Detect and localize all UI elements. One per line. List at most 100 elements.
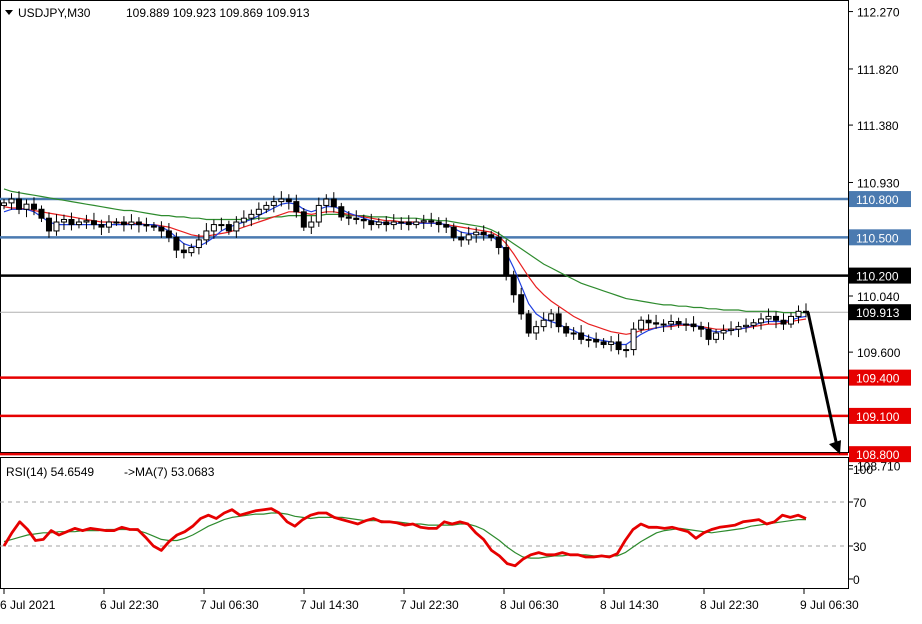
price-tick-label: 109.600 <box>857 346 901 360</box>
candle-body <box>173 236 180 251</box>
candle-body <box>353 217 360 220</box>
main-panel-frame <box>0 0 849 453</box>
time-tick-label: 7 Jul 14:30 <box>300 598 359 612</box>
candle-body <box>390 221 397 226</box>
rsi-tick-label: 30 <box>853 540 867 554</box>
candle-body <box>218 224 225 227</box>
candle-body <box>180 249 187 254</box>
level-value-109.100: 109.100 <box>856 410 900 424</box>
candle-body <box>690 323 697 328</box>
candle-body <box>300 211 307 228</box>
candle-body <box>428 220 435 223</box>
candle-body <box>795 310 802 317</box>
candle-body <box>780 319 787 325</box>
candle-body <box>278 198 285 203</box>
time-tick-label: 8 Jul 06:30 <box>500 598 559 612</box>
candle-body <box>308 221 315 228</box>
rsi-tick-label: 100 <box>853 463 873 477</box>
candle-body <box>488 234 495 238</box>
symbol-label: USDJPY,M30 <box>18 6 91 20</box>
level-value-110.200: 110.200 <box>856 270 899 284</box>
price-tick-label: 110.040 <box>857 290 900 304</box>
candle-body <box>435 221 442 226</box>
price-tick-label: 112.270 <box>857 6 900 20</box>
usdjpy-chart: 112.270 111.820 111.380 110.930 110.040 109.6… <box>0 0 911 612</box>
time-tick-label: 8 Jul 22:30 <box>700 598 759 612</box>
candle-body <box>30 203 37 210</box>
candle-body <box>188 247 195 254</box>
current-price-value: 109.913 <box>856 306 900 320</box>
candle-body <box>548 313 555 321</box>
candle-body <box>128 221 135 226</box>
time-axis: 6 Jul 2021 6 Jul 22:30 7 Jul 06:30 7 Jul 14… <box>0 589 859 612</box>
candle-body <box>758 318 765 324</box>
candle-body <box>98 224 105 228</box>
candle-body <box>578 332 585 340</box>
candle-body <box>143 224 150 227</box>
candle-body <box>233 221 240 232</box>
candle-body <box>323 198 330 206</box>
candle-body <box>518 294 525 315</box>
candle-body <box>263 204 270 210</box>
candle-body <box>8 198 15 204</box>
candle-body <box>413 221 420 226</box>
candle-body <box>248 213 255 219</box>
price-tick-label: 111.380 <box>857 119 899 133</box>
candle-body <box>533 326 540 334</box>
candle-body <box>285 198 292 203</box>
candle-body <box>563 326 570 334</box>
chart-header: USDJPY,M30 109.889 109.923 109.869 109.9… <box>5 6 310 20</box>
candle-body <box>668 321 675 325</box>
candle-body <box>405 221 412 226</box>
level-value-109.400: 109.400 <box>856 372 900 386</box>
candle-body <box>495 236 502 249</box>
candle-body <box>623 349 630 352</box>
candle-body <box>735 326 742 330</box>
candle-body <box>540 319 547 328</box>
ohlc-values: 109.889 109.923 109.869 109.913 <box>126 6 310 20</box>
candle-body <box>15 198 22 210</box>
candle-body <box>60 218 67 223</box>
candle-body <box>45 217 52 232</box>
candle-body <box>330 198 337 208</box>
candle-body <box>615 341 622 351</box>
candle-body <box>773 315 780 321</box>
candle-body <box>653 322 660 325</box>
price-tick-label: 111.820 <box>857 63 899 77</box>
candle-body <box>195 239 202 249</box>
candle-body <box>360 218 367 222</box>
candle-body <box>165 230 172 238</box>
candle-body <box>788 315 795 325</box>
candle-body <box>255 208 262 215</box>
candle-body <box>113 221 120 224</box>
candle-body <box>240 217 247 223</box>
candle-body <box>465 234 472 241</box>
candle-body <box>765 315 772 320</box>
candle-body <box>450 226 457 238</box>
candle-body <box>225 224 232 232</box>
candle-body <box>698 326 705 330</box>
candle-body <box>203 230 210 241</box>
level-labels: 110.800 110.500 110.200 109.400 109.100 108.8… <box>849 191 911 463</box>
time-tick-label: 9 Jul 06:30 <box>800 598 859 612</box>
candle-body <box>420 220 427 223</box>
candle-body <box>608 341 615 345</box>
candle-body <box>338 206 345 218</box>
candle-body <box>503 247 510 277</box>
candle-body <box>210 224 217 232</box>
time-tick-label: 6 Jul 2021 <box>0 598 56 612</box>
candle-body <box>638 319 645 330</box>
candle-body <box>375 221 382 226</box>
candle-body <box>660 323 667 326</box>
candle-body <box>555 313 562 328</box>
candle-body <box>645 319 652 324</box>
time-tick-label: 7 Jul 22:30 <box>400 598 459 612</box>
candle-body <box>705 328 712 340</box>
candle-body <box>1 202 7 206</box>
candle-body <box>150 225 157 228</box>
level-value-110.800: 110.800 <box>856 193 899 207</box>
candle-body <box>120 221 127 226</box>
candle-body <box>135 221 142 226</box>
candle-body <box>158 226 165 232</box>
candle-body <box>480 231 487 236</box>
